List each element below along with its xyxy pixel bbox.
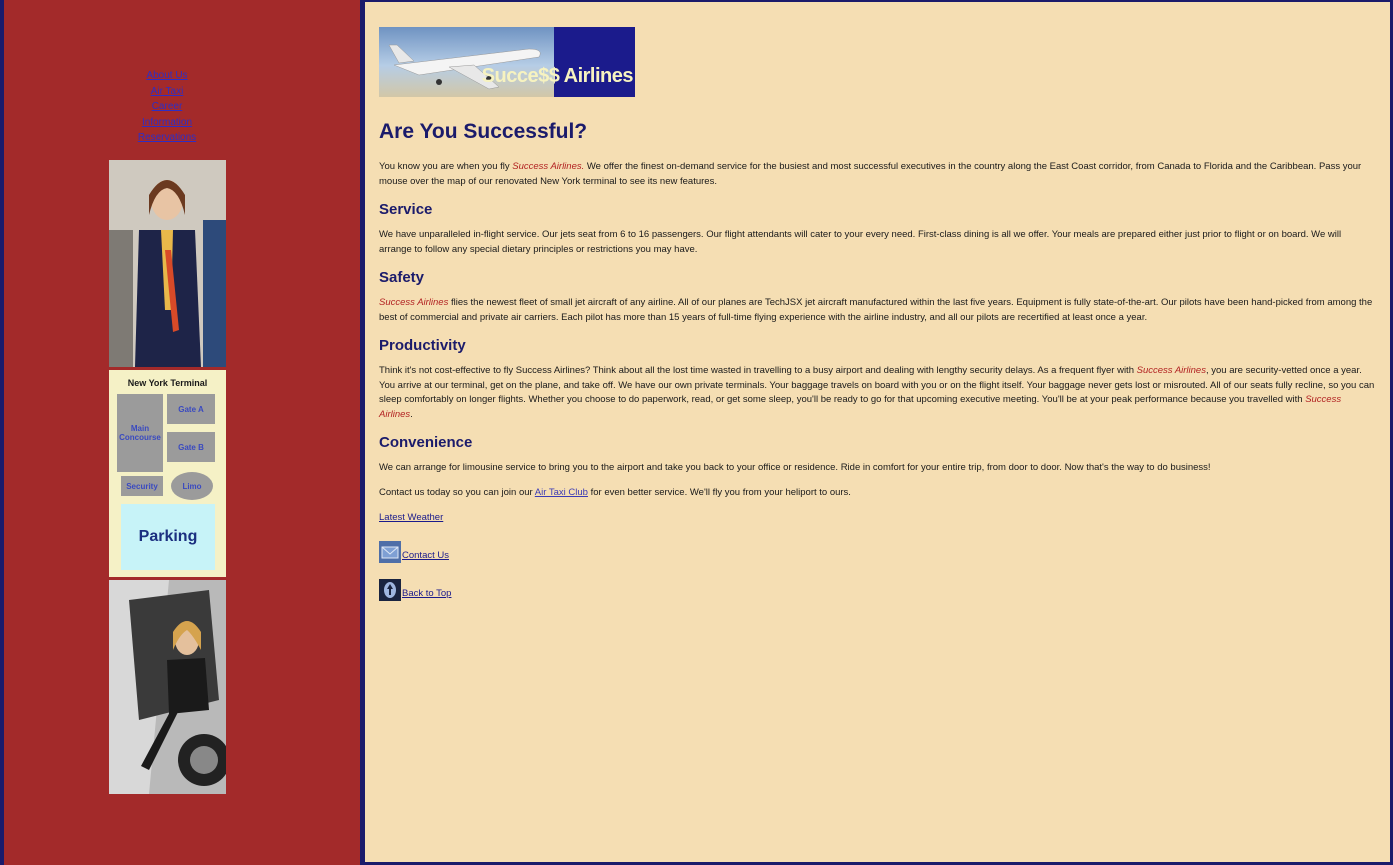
- service-paragraph: We have unparalleled in-flight service. …: [379, 229, 1342, 255]
- convenience-heading: Convenience: [379, 434, 473, 451]
- productivity-paragraph: Think it's not cost-effective to fly Suc…: [379, 364, 1375, 422]
- contact-us-link[interactable]: Contact Us: [402, 550, 449, 561]
- intro-text-pre: You know you are when you fly: [379, 161, 513, 172]
- safety-text: flies the newest fleet of small jet airc…: [379, 297, 1373, 323]
- page-title: Are You Successful?: [379, 120, 588, 143]
- map-gate-b[interactable]: Gate B: [167, 432, 215, 462]
- map-main-concourse[interactable]: Main Concourse: [117, 394, 163, 472]
- brand-name: Success Airlines: [1136, 365, 1206, 376]
- back-to-top-row: Back to Top: [379, 579, 1375, 601]
- safety-paragraph: Success Airlines flies the newest fleet …: [379, 296, 1375, 325]
- car-passenger-photo: [109, 580, 226, 794]
- contact-us-row: Contact Us: [379, 541, 1375, 563]
- map-parking[interactable]: Parking: [121, 504, 215, 570]
- back-to-top-link[interactable]: Back to Top: [402, 588, 451, 599]
- nav-link-about-us[interactable]: About Us: [4, 68, 330, 84]
- success-airlines-logo: Succe$$ Airlines: [379, 27, 635, 97]
- map-gate-a[interactable]: Gate A: [167, 394, 215, 424]
- convenience-paragraph: We can arrange for limousine service to …: [379, 462, 1211, 473]
- contact-text-pre: Contact us today so you can join our: [379, 486, 535, 498]
- envelope-icon[interactable]: [379, 541, 401, 563]
- brand-name: Success Airlines: [379, 297, 449, 308]
- safety-heading: Safety: [379, 269, 425, 286]
- terminal-map[interactable]: New York Terminal Main Concourse Gate A …: [109, 370, 226, 577]
- latest-weather-link[interactable]: Latest Weather: [379, 512, 1375, 523]
- main-content: Succe$$ Airlines Are You Successful? You…: [365, 2, 1390, 862]
- nav-link-information[interactable]: Information: [4, 115, 330, 131]
- map-security[interactable]: Security: [121, 476, 163, 496]
- air-taxi-club-link[interactable]: Air Taxi Club: [535, 487, 588, 498]
- productivity-heading: Productivity: [379, 337, 466, 354]
- intro-paragraph: You know you are when you fly Success Ai…: [379, 160, 1375, 189]
- productivity-text-pre: Think it's not cost-effective to fly Suc…: [379, 365, 1137, 376]
- map-limo[interactable]: Limo: [171, 472, 213, 500]
- sidebar-nav: About Us Air Taxi Career Information Res…: [4, 68, 330, 146]
- sidebar: About Us Air Taxi Career Information Res…: [4, 0, 360, 865]
- contact-text-post: for even better service. We'll fly you f…: [587, 486, 851, 498]
- nav-link-reservations[interactable]: Reservations: [4, 130, 330, 146]
- nav-link-career[interactable]: Career: [4, 99, 330, 115]
- flight-attendant-photo: [109, 160, 226, 367]
- terminal-map-title: New York Terminal: [127, 378, 208, 388]
- nav-link-air-taxi[interactable]: Air Taxi: [4, 84, 330, 100]
- productivity-text-post: .: [410, 408, 413, 420]
- up-arrow-icon[interactable]: [379, 579, 401, 601]
- contact-paragraph: Contact us today so you can join our Air…: [379, 486, 1375, 501]
- article: Are You Successful? You know you are whe…: [379, 120, 1375, 617]
- service-heading: Service: [379, 201, 433, 218]
- brand-name: Success Airlines.: [512, 161, 585, 172]
- logo-text: Succe$$ Airlines: [481, 65, 634, 87]
